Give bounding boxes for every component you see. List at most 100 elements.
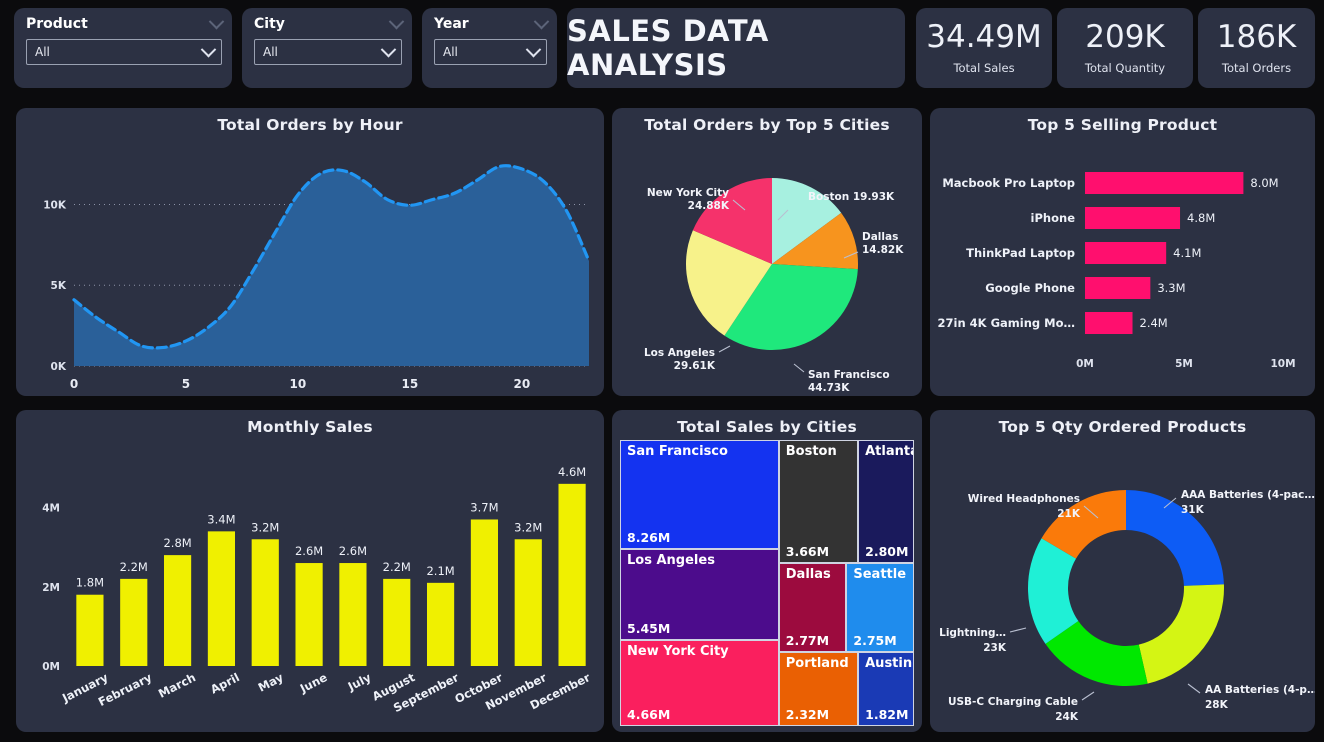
- bar-value-label: 4.8M: [1187, 211, 1215, 225]
- chart-title: Top 5 Selling Product: [1027, 116, 1218, 134]
- slicer-year-value: All: [443, 45, 458, 59]
- area-chart-svg[interactable]: 0K 5K 10K 0 5 10 15 20: [16, 134, 604, 392]
- treemap-tile[interactable]: Austin 1.82M: [858, 651, 914, 726]
- treemap-tile-value: 8.26M: [627, 529, 671, 545]
- bar[interactable]: [514, 539, 542, 666]
- bar[interactable]: [163, 555, 192, 666]
- treemap-tile[interactable]: Portland 2.32M: [778, 651, 859, 726]
- kpi-total-sales-label: Total Sales: [953, 60, 1015, 75]
- pie-slice-value: 14.82K: [862, 244, 904, 256]
- chart-title: Total Orders by Top 5 Cities: [644, 116, 890, 134]
- slicer-year[interactable]: Year All: [422, 8, 557, 88]
- slicer-product[interactable]: Product All: [14, 8, 232, 88]
- treemap-tile[interactable]: Boston 3.66M: [778, 440, 859, 563]
- chevron-down-icon[interactable]: [533, 13, 550, 29]
- slicer-city-dropdown[interactable]: All: [254, 39, 402, 65]
- treemap-tile-name: Portland: [785, 655, 849, 671]
- kpi-total-quantity: 209K Total Quantity: [1057, 8, 1193, 88]
- bar-category-label: ThinkPad Laptop: [966, 246, 1075, 260]
- chart-total-sales-by-cities[interactable]: Total Sales by Cities San Francisco 8.26M…: [612, 410, 922, 732]
- donut-slice-value: 23K: [983, 642, 1007, 654]
- bar-category-label: iPhone: [1031, 211, 1076, 225]
- treemap-tile-value: 2.80M: [865, 543, 909, 559]
- treemap-tile-name: Atlanta: [865, 444, 914, 459]
- chart-title: Top 5 Qty Ordered Products: [998, 418, 1247, 436]
- bar[interactable]: [1085, 172, 1244, 194]
- slicer-year-header: Year: [434, 13, 550, 32]
- treemap-tile-name: Seattle: [853, 566, 907, 582]
- chevron-down-icon[interactable]: [525, 41, 542, 57]
- area-fill: [74, 165, 589, 366]
- bar[interactable]: [383, 578, 411, 666]
- donut-slice[interactable]: [1126, 490, 1224, 586]
- donut-slice-label: Wired Headphones: [968, 493, 1080, 505]
- chart-top5-selling-product[interactable]: Top 5 Selling Product Macbook Pro Laptop…: [930, 108, 1315, 396]
- bar-value-label: 2.4M: [1140, 316, 1168, 330]
- treemap-tile-value: 2.32M: [785, 706, 830, 722]
- y-axis-tick-label: 0K: [51, 361, 67, 373]
- chart-top5-qty-ordered-products[interactable]: Top 5 Qty Ordered Products AAA Batteries…: [930, 410, 1315, 732]
- chart-monthly-sales[interactable]: Monthly Sales 0M 2M 4M 1.8M 2.2M 2.8M 3.4M 3.2M…: [16, 410, 604, 732]
- bar[interactable]: [207, 531, 236, 666]
- pie-slice-value: 44.73K: [808, 382, 850, 392]
- x-axis-tick-label: 0M: [1076, 358, 1094, 370]
- bar[interactable]: [251, 539, 279, 666]
- slicer-city[interactable]: City All: [242, 8, 412, 88]
- bar-value-label: 2.1M: [426, 564, 454, 578]
- slicer-product-dropdown[interactable]: All: [26, 39, 222, 65]
- donut-slice-label: AAA Batteries (4-pac…: [1181, 489, 1315, 501]
- treemap-tile[interactable]: Seattle 2.75M: [846, 562, 914, 652]
- treemap-tile[interactable]: Los Angeles 5.45M: [620, 548, 779, 641]
- page-title: SALES DATA ANALYSIS: [567, 14, 769, 82]
- bar[interactable]: [339, 563, 367, 666]
- pie-slice-value: 24.88K: [688, 200, 730, 212]
- bar[interactable]: [295, 563, 323, 666]
- treemap-tile[interactable]: San Francisco 8.26M: [620, 440, 779, 549]
- donut-slice[interactable]: [1138, 584, 1224, 684]
- treemap-tile-name: Los Angeles: [627, 552, 715, 568]
- bar[interactable]: [1085, 312, 1133, 334]
- pie-chart-svg[interactable]: Boston 19.93K Dallas14.82K San Francisco44…: [612, 134, 922, 392]
- treemap-tile-value: 2.77M: [785, 632, 830, 648]
- x-axis-tick-label: 5M: [1175, 358, 1193, 370]
- chevron-down-icon[interactable]: [200, 41, 217, 57]
- chart-total-orders-by-top5-cities[interactable]: Total Orders by Top 5 Cities Boston 19.9…: [612, 108, 922, 396]
- chart-title: Total Sales by Cities: [677, 418, 857, 436]
- bar-value-label: 2.6M: [295, 544, 323, 558]
- bar[interactable]: [426, 582, 455, 666]
- treemap-tile[interactable]: Atlanta 2.80M: [858, 440, 914, 563]
- donut-slice-value: 31K: [1181, 504, 1205, 516]
- x-axis-category-label: April: [208, 670, 242, 696]
- slicer-city-header: City: [254, 13, 405, 32]
- y-axis-tick-label: 0M: [42, 661, 60, 673]
- donut-chart-svg[interactable]: AAA Batteries (4-pac… 31K AA Batteries (4-…: [930, 436, 1315, 728]
- x-axis-tick-label: 15: [402, 377, 419, 391]
- treemap-tile[interactable]: Dallas 2.77M: [778, 562, 847, 652]
- chevron-down-icon[interactable]: [208, 13, 225, 29]
- slicer-city-value: All: [263, 45, 278, 59]
- bar[interactable]: [558, 483, 586, 666]
- x-axis-tick-label: 10M: [1270, 358, 1295, 370]
- bar-value-label: 3.7M: [470, 500, 498, 514]
- treemap-container[interactable]: San Francisco 8.26M Los Angeles 5.45M New Yo…: [620, 440, 914, 726]
- monthly-sales-svg[interactable]: 0M 2M 4M 1.8M 2.2M 2.8M 3.4M 3.2M 2.6M 2.6M 2.2M 2.…: [16, 436, 604, 728]
- chevron-down-icon[interactable]: [388, 13, 405, 29]
- bar-value-label: 2.2M: [383, 560, 411, 574]
- chart-total-orders-by-hour[interactable]: Total Orders by Hour 0K 5K 10K 0 5 10 15 20: [16, 108, 604, 396]
- slicer-year-dropdown[interactable]: All: [434, 39, 547, 65]
- bar[interactable]: [470, 519, 499, 666]
- bar[interactable]: [1085, 207, 1181, 229]
- leader-line: [1081, 691, 1095, 701]
- bar-value-label: 2.8M: [163, 536, 191, 550]
- bar[interactable]: [120, 578, 148, 666]
- bar-value-label: 8.0M: [1250, 176, 1278, 190]
- bar[interactable]: [1085, 242, 1167, 264]
- horizontal-bar-chart-svg[interactable]: Macbook Pro Laptop 8.0M iPhone 4.8M ThinkPad…: [930, 134, 1315, 392]
- treemap-tile-value: 3.66M: [785, 543, 830, 559]
- chevron-down-icon[interactable]: [380, 41, 397, 57]
- pie-slice-value: 29.61K: [674, 360, 716, 372]
- bar[interactable]: [76, 594, 104, 666]
- treemap-tile[interactable]: New York City 4.66M: [620, 640, 779, 726]
- pie-slice-label: Los Angeles: [644, 347, 715, 359]
- bar[interactable]: [1085, 277, 1151, 299]
